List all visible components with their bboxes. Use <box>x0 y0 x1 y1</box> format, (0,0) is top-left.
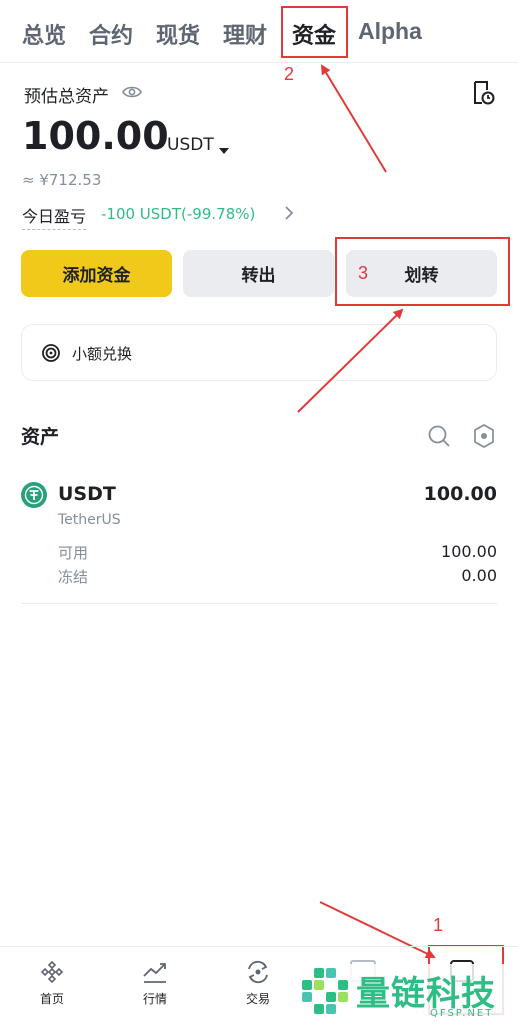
watermark: 量链科技 QFSP.NET <box>298 964 516 1024</box>
home-icon <box>40 960 64 984</box>
arrow-to-transfer-button <box>297 308 404 413</box>
nav-trade-label: 交易 <box>245 992 270 1006</box>
nav-home-label: 首页 <box>39 992 64 1006</box>
annotation-arrows <box>297 64 436 959</box>
nav-home[interactable]: 首页 <box>17 960 87 1007</box>
nav-trade[interactable]: 交易 <box>223 960 293 1007</box>
arrow-to-funding-tab <box>320 64 387 173</box>
arrow-to-wallet-nav <box>319 901 436 959</box>
nav-markets[interactable]: 行情 <box>120 960 190 1007</box>
bottom-nav-divider <box>0 946 518 947</box>
markets-icon <box>143 963 166 983</box>
watermark-sub: QFSP.NET <box>430 1008 494 1019</box>
watermark-logo <box>302 968 348 1014</box>
trade-icon <box>248 960 268 984</box>
nav-markets-label: 行情 <box>142 992 167 1006</box>
annotation-number-1: 1 <box>433 915 444 935</box>
